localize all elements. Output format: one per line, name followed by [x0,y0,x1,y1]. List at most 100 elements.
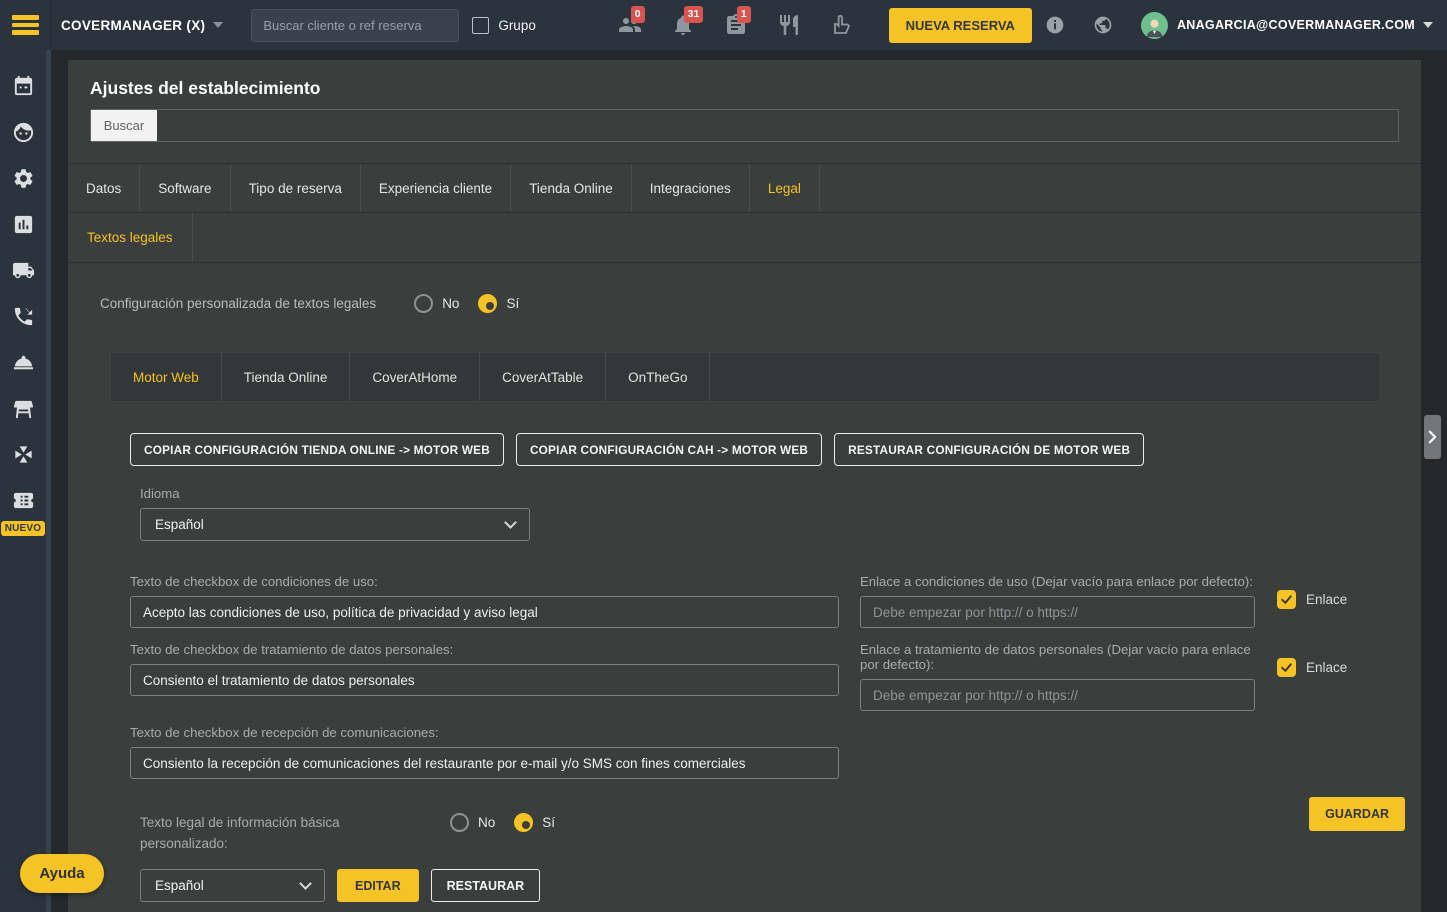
radio-selected-icon[interactable] [478,294,498,313]
guardar-button[interactable]: GUARDAR [1309,797,1405,831]
sidebar-item-customers[interactable] [0,109,46,155]
idioma-select[interactable]: Español [140,508,530,541]
user-avatar[interactable] [1140,11,1168,39]
tab-legal[interactable]: Legal [750,164,820,212]
radio-unselected-icon[interactable] [450,813,469,832]
radio-unselected-icon[interactable] [414,294,434,313]
channel-tab-tienda-online[interactable]: Tienda Online [222,353,351,401]
channel-tab-coverathome[interactable]: CoverAtHome [350,353,481,401]
copy-cah-button[interactable]: COPIAR CONFIGURACIÓN CAH -> MOTOR WEB [515,433,823,466]
user-account-menu[interactable]: ANAGARCIA@COVERMANAGER.COM [1177,18,1447,32]
conditions-link-input[interactable] [860,596,1255,628]
ticket-icon [12,489,35,512]
main-menu-button[interactable] [0,0,51,50]
restaurant-button[interactable] [777,13,801,37]
room-service-icon [12,351,35,374]
nuevo-badge: NUEVO [0,521,46,536]
custom-config-radios: No Sí [414,294,519,313]
hand-gesture-button[interactable] [830,13,854,37]
sidebar-item-reports[interactable] [0,201,46,247]
channel-tab-coverattable[interactable]: CoverAtTable [480,353,607,401]
table-icon [12,397,35,420]
sidebar-item-delivery[interactable] [0,247,46,293]
panel-collapse-toggle[interactable] [1424,415,1441,459]
grupo-checkbox-group[interactable]: Grupo [472,16,536,34]
tab-datos[interactable]: Datos [68,164,141,212]
guests-badge: 0 [630,6,645,23]
basic-info-radio-no[interactable]: No [450,813,495,832]
personal-data-link-input[interactable] [860,679,1255,711]
basic-info-radio-si[interactable]: Sí [514,813,555,832]
subtab-textos-legales[interactable]: Textos legales [68,213,193,262]
grupo-checkbox[interactable] [472,16,490,34]
phone-icon [12,305,35,328]
sidebar-item-settings[interactable] [0,155,46,201]
personal-data-text-input[interactable] [130,664,839,696]
info-button[interactable] [1045,15,1065,35]
custom-config-row: Configuración personalizada de textos le… [100,294,1421,313]
personal-data-enlace-label: Enlace [1306,660,1348,675]
settings-panel: Ajustes del establecimiento Buscar Datos… [68,60,1421,912]
conditions-enlace-checkbox-group[interactable]: Enlace [1277,590,1347,609]
guests-button[interactable]: 0 [618,6,645,37]
conditions-text-input[interactable] [130,596,839,628]
communications-row: Texto de checkbox de recepción de comuni… [130,725,1421,779]
restaurar-button[interactable]: RESTAURAR [430,869,541,902]
left-sidebar: NUEVO [0,50,51,912]
notifications-button[interactable]: 31 [671,6,704,37]
channel-tab-motor-web[interactable]: Motor Web [111,353,222,401]
sidebar-item-tables[interactable] [0,385,46,431]
communications-label: Texto de checkbox de recepción de comuni… [130,725,439,740]
settings-search-input[interactable] [157,110,1398,141]
personal-data-enlace-checkbox-group[interactable]: Enlace [1277,658,1347,677]
custom-config-radio-si[interactable]: Sí [478,294,519,313]
restaurant-selector[interactable]: COVERMANAGER (X) [61,17,224,33]
editar-button[interactable]: EDITAR [337,869,419,902]
info-icon [1045,15,1065,35]
idioma-value: Español [155,517,204,532]
personal-data-link-label: Enlace a tratamiento de datos personales… [860,642,1251,672]
customer-face-icon [12,121,35,144]
tasks-button[interactable]: 1 [724,6,751,37]
custom-config-label: Configuración personalizada de textos le… [100,296,377,311]
checkbox-checked-icon[interactable] [1277,658,1296,677]
client-search-input[interactable] [251,8,460,42]
idioma-label: Idioma [140,486,180,501]
sidebar-item-tickets[interactable] [0,477,46,523]
basic-info-radios: No Sí [450,813,555,832]
sidebar-item-cross-selling[interactable] [0,431,46,477]
globe-icon [1093,15,1113,35]
gear-icon [12,167,35,190]
ayuda-button[interactable]: Ayuda [20,854,104,893]
custom-config-radio-no[interactable]: No [414,294,459,313]
restore-config-button[interactable]: RESTAURAR CONFIGURACIÓN DE MOTOR WEB [834,433,1145,466]
checkbox-checked-icon[interactable] [1277,590,1296,609]
chevron-down-icon [1423,22,1433,28]
radio-selected-icon[interactable] [514,813,534,832]
copy-tienda-online-button[interactable]: COPIAR CONFIGURACIÓN TIENDA ONLINE -> MO… [130,433,504,466]
brand-label: COVERMANAGER (X) [61,17,206,33]
sidebar-item-callcenter[interactable] [0,293,46,339]
sidebar-item-calendar[interactable] [0,63,46,109]
idioma-block: Idioma Español [140,486,1421,541]
settings-search-button[interactable]: Buscar [91,110,157,141]
language-button[interactable] [1093,15,1113,35]
nueva-reserva-button[interactable]: NUEVA RESERVA [888,7,1032,43]
tab-tienda-online[interactable]: Tienda Online [511,164,632,212]
sidebar-item-room-service[interactable] [0,339,46,385]
tab-experiencia-cliente[interactable]: Experiencia cliente [361,164,512,212]
top-navigation-bar: COVERMANAGER (X) Grupo 0 31 1 NUEVA RESE… [0,0,1447,50]
tab-tipo-de-reserva[interactable]: Tipo de reserva [231,164,361,212]
notifications-badge: 31 [683,6,704,23]
tab-software[interactable]: Software [140,164,231,212]
basic-info-language-select[interactable]: Español [140,869,325,902]
settings-tabs: Datos Software Tipo de reserva Experienc… [68,163,1421,213]
reports-icon [12,213,35,236]
basic-info-controls: Español EDITAR RESTAURAR [140,869,1421,902]
tab-integraciones[interactable]: Integraciones [632,164,750,212]
communications-text-input[interactable] [130,747,839,779]
chevron-right-icon [1427,430,1438,444]
basic-info-row: Texto legal de información básica person… [140,812,1421,854]
channel-tab-onthego[interactable]: OnTheGo [606,353,711,401]
chevron-down-icon [299,876,312,890]
